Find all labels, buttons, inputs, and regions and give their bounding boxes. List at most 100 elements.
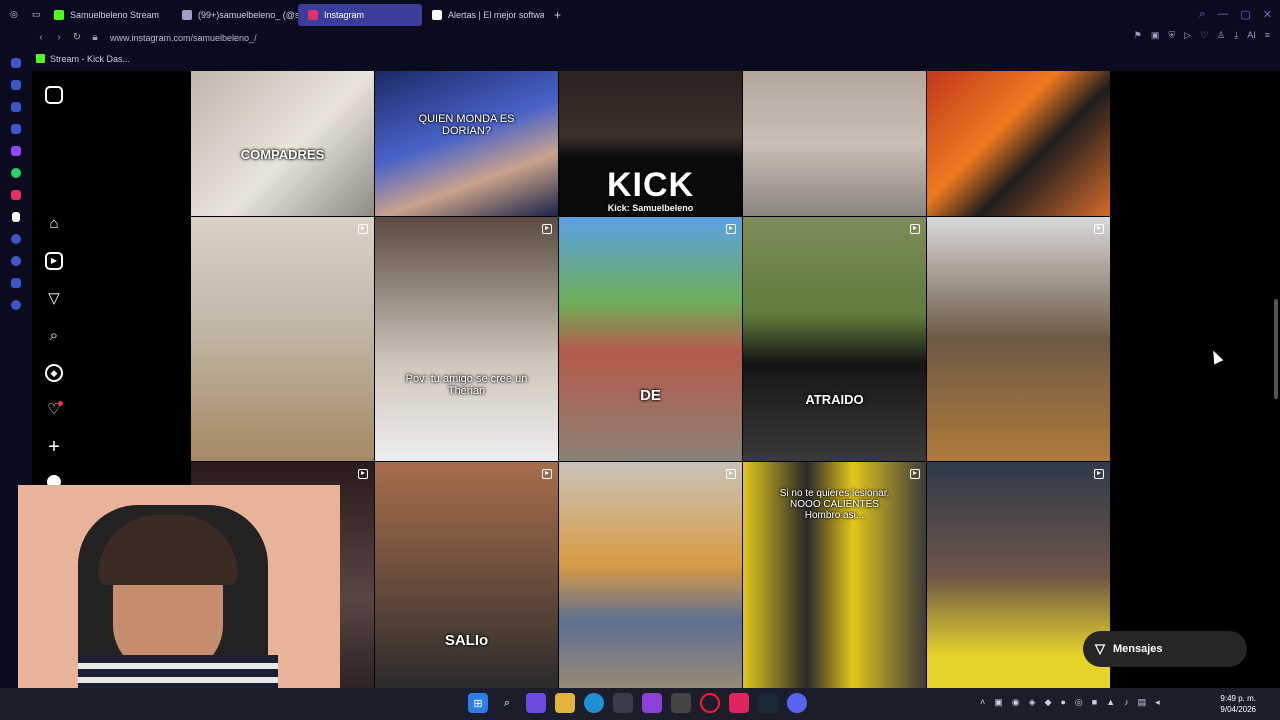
tray-icon[interactable]: ◆	[1045, 697, 1052, 708]
chevron-up-icon[interactable]: ˄	[980, 697, 985, 708]
instagram-logo-icon[interactable]	[45, 86, 63, 104]
volume-icon[interactable]: ◂	[1155, 697, 1160, 708]
twitch-icon[interactable]	[11, 146, 21, 156]
post-caption: ATRAIDO	[805, 392, 864, 407]
post-caption: Si no te quieres lesionar, NOOO CALIENTE…	[779, 488, 890, 521]
bookmark-icon[interactable]: ⚑	[1134, 30, 1142, 41]
post-tile[interactable]: COMPADRES	[191, 71, 374, 216]
new-tab-button[interactable]: +	[544, 4, 571, 26]
app-icon[interactable]	[642, 693, 662, 713]
copilot-icon[interactable]	[526, 693, 546, 713]
instagram-icon[interactable]	[11, 190, 21, 200]
post-tile[interactable]	[191, 217, 374, 461]
messenger-icon[interactable]	[11, 102, 21, 112]
forward-icon[interactable]: ›	[50, 32, 68, 43]
post-tile[interactable]	[927, 71, 1110, 216]
windows-taskbar: ⊞ ⌕ ˄ ▣ ◉ ◈ ◆ ● ◎ ■ ▲ ♪ ▤ ◂ 9:49 p. m. 9…	[0, 688, 1280, 720]
account-icon[interactable]: ♙	[1217, 30, 1225, 41]
extensions-icon[interactable]	[11, 80, 21, 90]
reel-icon	[542, 224, 552, 234]
back-icon[interactable]: ‹	[32, 32, 50, 43]
discord-icon[interactable]	[787, 693, 807, 713]
scrollbar-thumb[interactable]	[1274, 299, 1278, 399]
notifications-icon[interactable]: ♡	[45, 401, 63, 419]
file-explorer-icon[interactable]	[555, 693, 575, 713]
search-icon[interactable]: ⌕	[45, 327, 63, 345]
network-icon[interactable]: ▤	[1138, 697, 1147, 708]
post-caption: KICK	[606, 166, 695, 204]
heart-icon[interactable]: ♡	[1200, 30, 1208, 41]
settings-icon[interactable]	[11, 300, 21, 310]
send-icon: ▽	[1095, 641, 1105, 656]
edge-icon[interactable]	[584, 693, 604, 713]
create-icon[interactable]: +	[45, 437, 63, 457]
post-caption: QUIEN MONDA ES DORIAN?	[418, 113, 515, 137]
url-field[interactable]: www.instagram.com/samuelbeleno_/	[110, 33, 257, 43]
play-icon[interactable]: ▷	[1184, 30, 1191, 41]
tray-icon[interactable]: ■	[1092, 697, 1097, 708]
reel-icon	[726, 224, 736, 234]
post-tile[interactable]: QUIEN MONDA ES DORIAN?	[375, 71, 558, 216]
minimize-icon[interactable]: —	[1217, 8, 1228, 21]
chrome-icon[interactable]	[671, 693, 691, 713]
maximize-icon[interactable]: ▢	[1240, 8, 1250, 21]
start-icon[interactable]: ⊞	[468, 693, 488, 713]
opera-icon[interactable]	[700, 693, 720, 713]
post-tile[interactable]: SALIo	[375, 462, 558, 690]
tab-alertas[interactable]: Alertas | El mejor software	[422, 4, 544, 26]
search-icon[interactable]: ⌕	[497, 693, 517, 713]
post-tile[interactable]	[927, 217, 1110, 461]
player-icon[interactable]	[11, 234, 21, 244]
opera-menu-icon[interactable]: ◎	[0, 4, 22, 26]
tray-icon[interactable]: ◉	[1012, 697, 1020, 708]
snapshot-icon[interactable]: ▣	[1151, 30, 1160, 41]
workspaces-icon[interactable]: ▭	[22, 4, 44, 26]
tab-kick[interactable]: Samuelbeleno Stream	[44, 4, 172, 26]
cube-icon[interactable]	[11, 278, 21, 288]
close-icon[interactable]: ✕	[1263, 8, 1272, 21]
tab-instagram[interactable]: Instagram	[298, 3, 422, 26]
kick-icon	[36, 54, 45, 63]
reload-icon[interactable]: ↻	[68, 32, 86, 43]
history-icon[interactable]	[11, 58, 21, 68]
pinboard-icon[interactable]	[11, 124, 21, 134]
tab-twitch[interactable]: (99+)samuelbeleno_ (@sa	[172, 4, 298, 26]
tray-icon[interactable]: ●	[1060, 697, 1065, 708]
download-icon[interactable]: ⤓	[1234, 30, 1238, 41]
post-tile[interactable]: Pov: tu amigo se cree un Therian	[375, 217, 558, 461]
bookmark-kick[interactable]: Stream - Kick Das...	[50, 54, 130, 64]
explore-icon[interactable]: ◆	[45, 364, 63, 382]
shield-icon[interactable]: ⛨	[1168, 30, 1175, 41]
post-tile[interactable]: KICK Kick: Samuelbeleno	[559, 71, 742, 216]
home-icon[interactable]: ⌂	[45, 215, 63, 233]
nvidia-icon[interactable]: ▲	[1106, 697, 1115, 708]
post-tile[interactable]: DE	[559, 217, 742, 461]
menu-icon[interactable]: ≡	[1265, 30, 1270, 41]
taskbar-clock[interactable]: 9:49 p. m. 9/04/2026	[1220, 693, 1256, 715]
webcam-overlay	[18, 485, 340, 701]
messages-button[interactable]: ▽ Mensajes	[1083, 631, 1247, 667]
clock-icon[interactable]	[11, 256, 21, 266]
tab-label: Samuelbeleno Stream	[70, 9, 160, 20]
page-scrollbar[interactable]	[1272, 71, 1280, 688]
search-icon[interactable]: ⌕	[1199, 8, 1205, 21]
post-tile[interactable]: ATRAIDO	[743, 217, 926, 461]
kick-icon	[54, 9, 64, 20]
microphone-icon[interactable]: ♪	[1124, 697, 1129, 708]
tray-icon[interactable]: ◈	[1029, 697, 1036, 708]
whatsapp-icon[interactable]	[11, 168, 21, 178]
post-tile[interactable]	[559, 462, 742, 690]
send-icon[interactable]: ▽	[45, 290, 63, 308]
clock-date: 9/04/2026	[1220, 705, 1256, 714]
tiktok-icon[interactable]	[12, 212, 20, 222]
store-icon[interactable]	[613, 693, 633, 713]
post-tile[interactable]	[743, 71, 926, 216]
aria-ai-button[interactable]: AI	[1247, 30, 1256, 41]
post-tile[interactable]	[927, 462, 1110, 690]
tiktok-live-icon[interactable]	[729, 693, 749, 713]
tray-icon[interactable]: ◎	[1075, 697, 1083, 708]
post-tile[interactable]: Si no te quieres lesionar, NOOO CALIENTE…	[743, 462, 926, 690]
reels-icon[interactable]: ▶	[45, 252, 63, 270]
steam-icon[interactable]	[758, 693, 778, 713]
tray-icon[interactable]: ▣	[994, 697, 1003, 708]
